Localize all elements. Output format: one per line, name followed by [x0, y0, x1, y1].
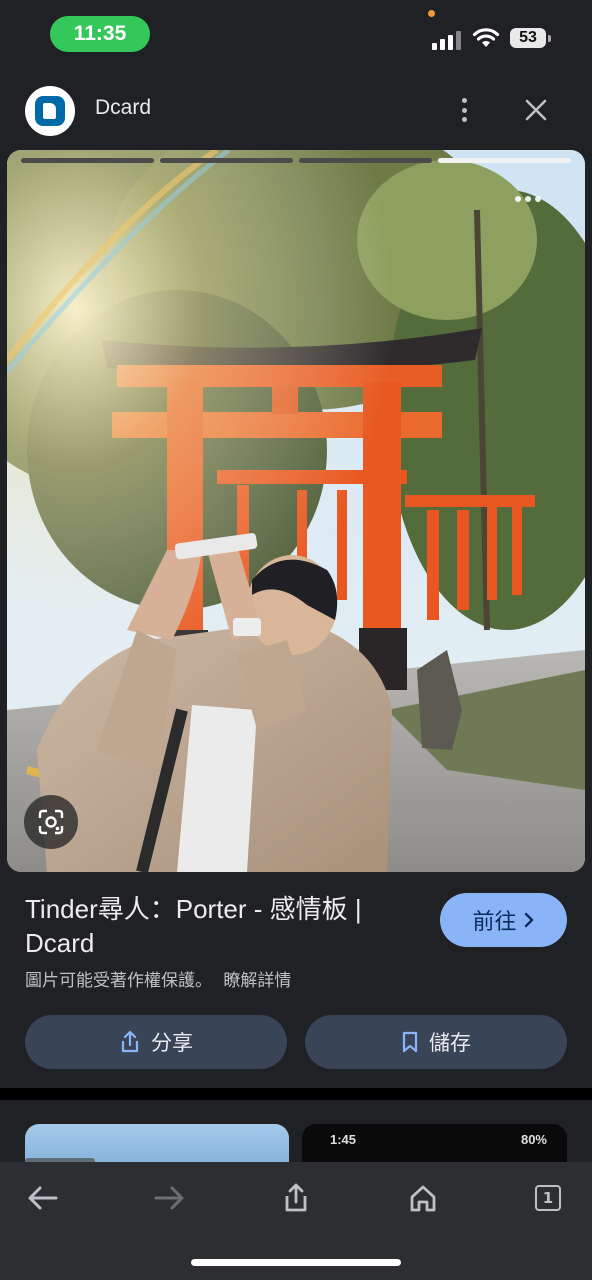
section-divider: [0, 1088, 592, 1100]
chevron-right-icon: [524, 912, 533, 928]
result-title[interactable]: Tinder尋人：Porter - 感情板 | Dcard: [25, 892, 415, 960]
thumbnail-status-battery: 80%: [520, 1132, 547, 1147]
wifi-icon: [472, 28, 500, 47]
visit-button[interactable]: 前往: [440, 893, 567, 947]
share-button[interactable]: 分享: [25, 1015, 287, 1069]
back-icon: [28, 1186, 58, 1210]
story-progress-segment-3: [299, 158, 432, 163]
battery-icon: 53: [510, 28, 551, 48]
torii-gate-photo: [7, 150, 585, 872]
privacy-indicator-dot: [428, 10, 435, 17]
status-time[interactable]: 11:35: [50, 16, 150, 52]
bookmark-icon: [402, 1031, 418, 1053]
site-title: Dcard: [95, 96, 152, 119]
thumbnail-status-time: 1:45: [330, 1132, 357, 1147]
save-button-label: 儲存: [429, 1031, 471, 1055]
cellular-signal-icon: [432, 30, 462, 50]
forward-icon: [154, 1186, 184, 1210]
browser-screen: 11:35 53 Dcard Tinder尋人：Porter - 感情板 | D…: [0, 0, 592, 1280]
copyright-notice: 圖片可能受著作權保護。 瞭解詳情: [25, 966, 291, 991]
more-horizontal-icon[interactable]: [515, 196, 541, 204]
home-indicator[interactable]: [191, 1259, 401, 1266]
story-progress-segment-1: [21, 158, 154, 163]
more-vert-icon[interactable]: [450, 94, 478, 126]
google-lens-icon: [38, 809, 64, 835]
google-lens-button[interactable]: [24, 795, 78, 849]
learn-more-link[interactable]: 瞭解詳情: [223, 971, 291, 991]
forward-button[interactable]: [150, 1178, 190, 1218]
story-progress-segment-4: [438, 158, 571, 163]
status-bar: 11:35 53: [0, 0, 592, 68]
close-icon[interactable]: [522, 96, 550, 124]
share-icon: [285, 1183, 307, 1212]
share-button-label: 分享: [151, 1031, 193, 1055]
tabs-icon: 1: [535, 1185, 561, 1211]
home-icon: [410, 1185, 436, 1212]
related-image-thumbnail[interactable]: [25, 1124, 289, 1164]
visit-button-label: 前往: [472, 910, 517, 935]
share-icon: [121, 1030, 139, 1053]
story-progress-segment-2: [160, 158, 293, 163]
tabs-button[interactable]: 1: [528, 1178, 568, 1218]
home-button[interactable]: [403, 1178, 443, 1218]
related-screenshot-thumbnail[interactable]: 1:45 80%: [302, 1124, 567, 1164]
top-app-bar: Dcard: [0, 68, 592, 150]
save-button[interactable]: 儲存: [305, 1015, 567, 1069]
back-button[interactable]: [22, 1178, 62, 1218]
copyright-text: 圖片可能受著作權保護。: [25, 971, 212, 991]
toolbar-share-button[interactable]: [276, 1178, 316, 1218]
image-preview[interactable]: [7, 150, 585, 872]
dcard-logo[interactable]: [25, 86, 75, 136]
